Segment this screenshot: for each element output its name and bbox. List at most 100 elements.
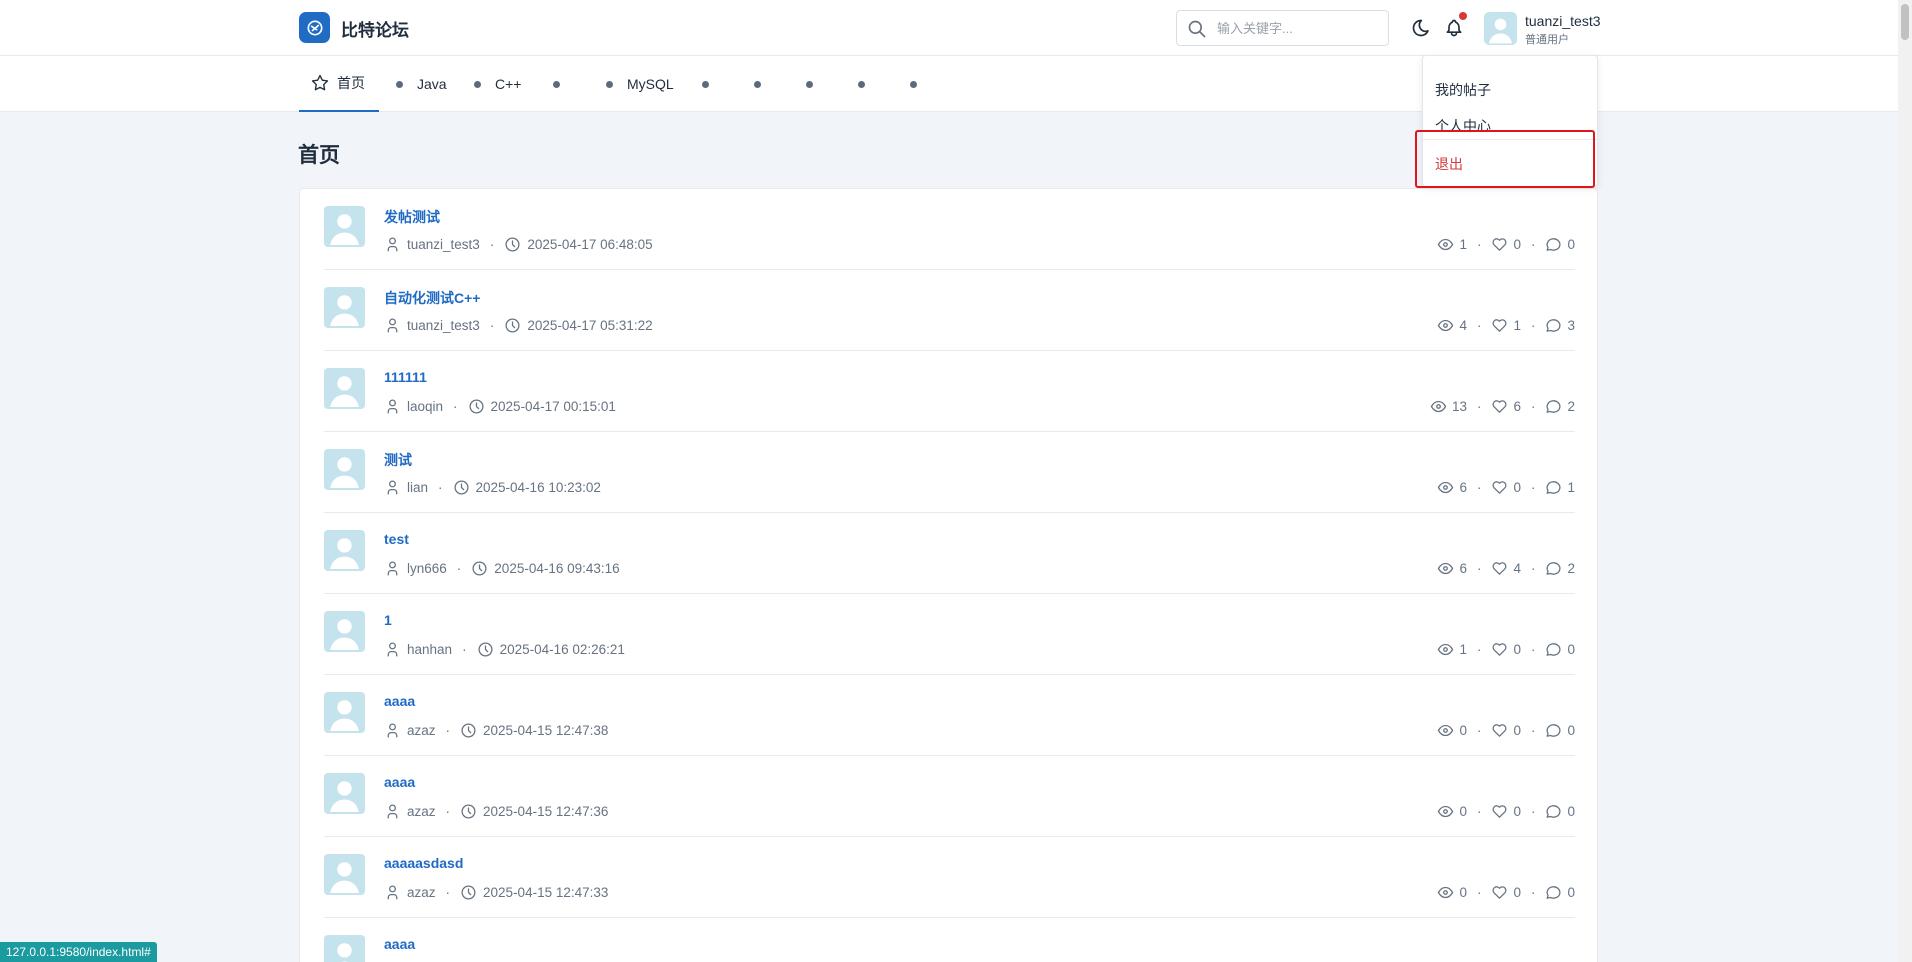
post-author-avatar[interactable] (324, 611, 365, 652)
menu-item-my-posts[interactable]: 我的帖子 (1423, 74, 1599, 106)
eye-icon (1438, 238, 1454, 250)
post-author[interactable]: hanhan (407, 642, 452, 657)
post-author[interactable]: azaz (407, 804, 436, 819)
nav-item-unnamed-2[interactable] (702, 56, 723, 112)
post-author[interactable]: tuanzi_test3 (407, 318, 480, 333)
clock-icon (461, 722, 476, 738)
scrollbar-thumb[interactable] (1901, 4, 1909, 40)
post-row: 1 hanhan · 2025-04-16 02:26:21 1 · 0 · 0 (324, 594, 1575, 675)
post-author[interactable]: tuanzi_test3 (407, 237, 480, 252)
moon-icon (1412, 19, 1429, 37)
nav-item-home[interactable]: 首页 (299, 56, 379, 112)
eye-icon (1438, 886, 1454, 898)
post-time: 2025-04-16 02:26:21 (499, 641, 625, 657)
post-comments: 2 (1567, 398, 1575, 414)
post-title-link[interactable]: test (384, 531, 409, 547)
post-title-link[interactable]: aaaa (384, 693, 415, 709)
post-title-link[interactable]: 1 (384, 612, 392, 628)
post-meta: hanhan · 2025-04-16 02:26:21 (384, 639, 625, 659)
nav-item-mysql[interactable]: MySQL (606, 56, 674, 112)
post-list: 发帖测试 tuanzi_test3 · 2025-04-17 06:48:05 … (299, 188, 1598, 962)
post-author[interactable]: azaz (407, 885, 436, 900)
post-title-link[interactable]: aaaa (384, 774, 415, 790)
post-title-link[interactable]: 发帖测试 (384, 207, 440, 227)
post-author-avatar[interactable] (324, 206, 365, 247)
post-comments: 0 (1567, 884, 1575, 900)
nav-dot-icon (396, 80, 403, 88)
post-time: 2025-04-15 12:47:38 (483, 722, 609, 738)
post-row: aaaa azaz · 2025-04-15 12:47:36 0 · 0 · … (324, 756, 1575, 837)
user-icon (387, 560, 398, 576)
notification-badge (1459, 12, 1467, 20)
nav-item-unnamed-4[interactable] (806, 56, 827, 112)
post-author-avatar[interactable] (324, 530, 365, 571)
clock-icon (478, 641, 493, 657)
menu-item-logout[interactable]: 退出 (1423, 148, 1599, 180)
post-author-avatar[interactable] (324, 368, 365, 409)
post-author[interactable]: lian (407, 480, 428, 495)
post-row: 发帖测试 tuanzi_test3 · 2025-04-17 06:48:05 … (324, 189, 1575, 270)
post-title-link[interactable]: aaaaasdasd (384, 855, 463, 871)
nav-dot-icon (606, 80, 613, 88)
dark-mode-toggle[interactable] (1408, 15, 1434, 41)
post-title-link[interactable]: 自动化测试C++ (384, 288, 480, 308)
nav-dot-icon (474, 80, 481, 88)
post-title-link[interactable]: 111111 (384, 369, 427, 385)
nav-item-unnamed-3[interactable] (754, 56, 775, 112)
post-author-avatar[interactable] (324, 692, 365, 733)
post-title-link[interactable]: 测试 (384, 450, 412, 470)
post-author-avatar[interactable] (324, 449, 365, 490)
user-icon (387, 722, 398, 738)
post-author[interactable]: azaz (407, 723, 436, 738)
post-comments: 0 (1567, 236, 1575, 252)
user-dropdown-menu: 我的帖子 个人中心 退出 (1422, 55, 1599, 187)
category-nav: 首页 Java C++ MySQL (0, 56, 1912, 112)
post-author[interactable]: lyn666 (407, 561, 447, 576)
search-box[interactable] (1176, 10, 1389, 46)
page-scrollbar[interactable] (1898, 0, 1912, 962)
post-comments: 1 (1567, 479, 1575, 495)
heart-icon (1492, 399, 1507, 413)
nav-item-unnamed-6[interactable] (910, 56, 931, 112)
post-stats: 0 · 0 · 0 (1437, 801, 1575, 821)
stats-separator: · (1476, 803, 1482, 819)
forum-logo-icon[interactable] (299, 12, 330, 43)
nav-item-unnamed-1[interactable] (553, 56, 574, 112)
post-views: 13 (1451, 398, 1467, 414)
post-time: 2025-04-16 10:23:02 (475, 479, 601, 495)
post-author-avatar[interactable] (324, 773, 365, 814)
post-author[interactable]: laoqin (407, 399, 443, 414)
post-author-avatar[interactable] (324, 287, 365, 328)
stats-separator: · (1476, 236, 1482, 252)
brand-name[interactable]: 比特论坛 (341, 16, 409, 41)
meta-separator: · (462, 641, 467, 657)
post-likes: 0 (1513, 236, 1521, 252)
nav-item-java[interactable]: Java (396, 56, 447, 112)
menu-item-profile[interactable]: 个人中心 (1423, 110, 1599, 142)
stats-separator: · (1530, 398, 1536, 414)
eye-icon (1438, 562, 1454, 574)
search-input[interactable] (1217, 18, 1382, 38)
user-menu-toggle[interactable]: tuanzi_test3 普通用户 (1484, 10, 1604, 48)
post-meta: azaz · 2025-04-15 12:47:33 (384, 882, 608, 902)
post-stats: 13 · 6 · 2 (1430, 396, 1575, 416)
clock-icon (461, 884, 476, 900)
post-stats: 0 · 0 · 0 (1437, 720, 1575, 740)
post-author-avatar[interactable] (324, 854, 365, 895)
nav-dot-icon (553, 80, 560, 88)
stats-separator: · (1530, 722, 1536, 738)
comment-icon (1546, 885, 1561, 899)
post-time: 2025-04-17 05:31:22 (527, 317, 653, 333)
nav-item-cpp[interactable]: C++ (474, 56, 521, 112)
meta-separator: · (445, 803, 451, 819)
post-stats: 1 · 0 · 0 (1437, 234, 1575, 254)
post-title-link[interactable]: aaaa (384, 936, 415, 952)
nav-item-unnamed-5[interactable] (858, 56, 879, 112)
comment-icon (1546, 723, 1561, 737)
post-author-avatar[interactable] (324, 935, 365, 962)
status-url: 127.0.0.1:9580/index.html# (0, 942, 157, 962)
post-likes: 0 (1513, 722, 1521, 738)
post-meta: azaz · 2025-04-15 12:47:36 (384, 801, 608, 821)
meta-separator: · (445, 722, 451, 738)
comment-icon (1546, 804, 1561, 818)
